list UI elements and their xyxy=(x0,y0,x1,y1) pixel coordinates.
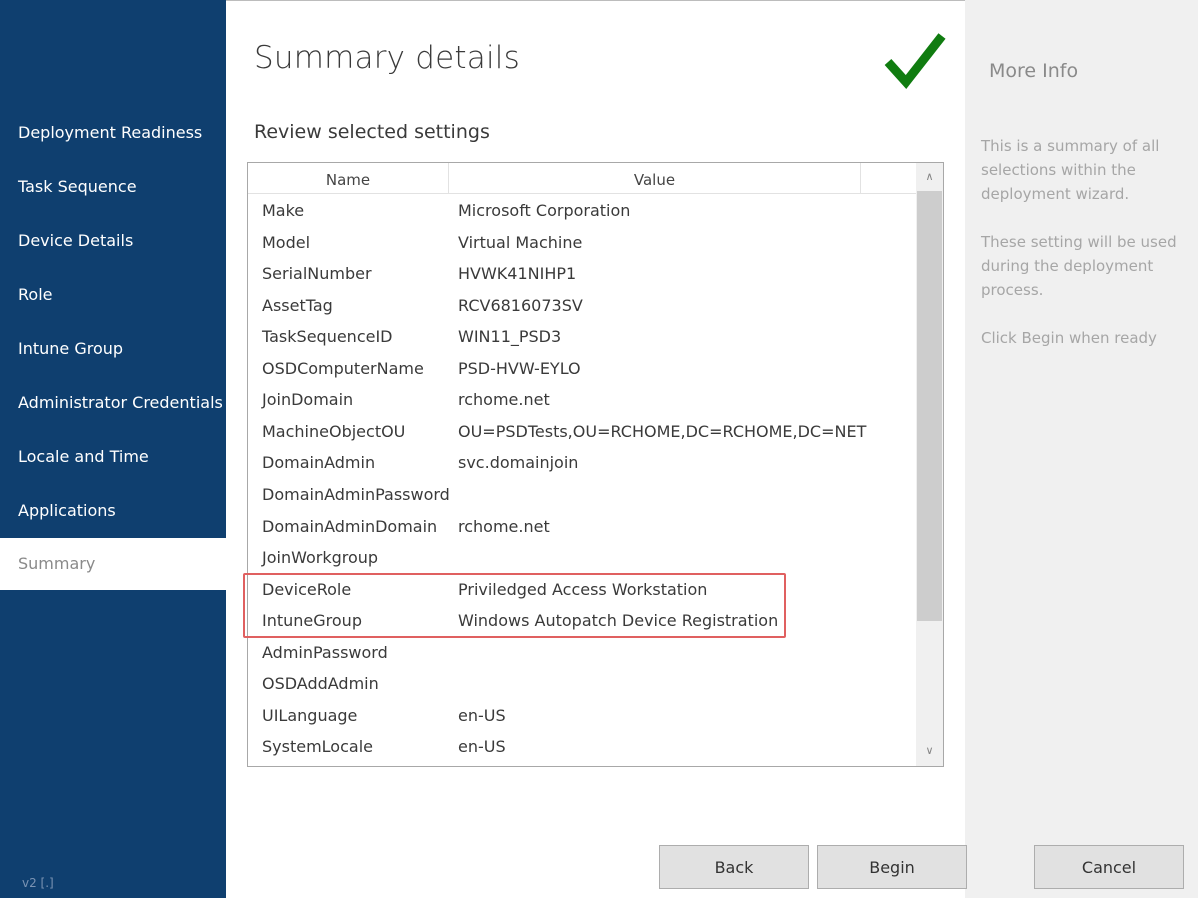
table-row[interactable]: DomainAdminDomain rchome.net xyxy=(248,511,916,542)
cell-value: RCV6816073SV xyxy=(458,295,583,315)
info-paragraph: This is a summary of all selections with… xyxy=(981,137,1160,203)
wizard-sidebar: Deployment Readiness Task Sequence Devic… xyxy=(0,0,226,898)
table-row[interactable]: Model Virtual Machine xyxy=(248,227,916,258)
sidebar-item-locale-and-time[interactable]: Locale and Time xyxy=(0,431,226,483)
sidebar-item-task-sequence[interactable]: Task Sequence xyxy=(0,161,226,213)
checkmark-icon xyxy=(882,28,948,98)
cell-name: JoinDomain xyxy=(262,390,354,410)
table-row[interactable]: AssetTag RCV6816073SV xyxy=(248,290,916,321)
table-row[interactable]: JoinWorkgroup xyxy=(248,542,916,573)
table-row[interactable]: OSDComputerName PSD-HVW-EYLO xyxy=(248,353,916,384)
begin-button[interactable]: Begin xyxy=(817,845,967,889)
sidebar-item-applications[interactable]: Applications xyxy=(0,485,226,537)
cell-value: Virtual Machine xyxy=(458,232,583,252)
sidebar-item-deployment-readiness[interactable]: Deployment Readiness xyxy=(0,107,226,159)
chevron-up-icon[interactable]: ∧ xyxy=(916,166,943,188)
cell-name: AdminPassword xyxy=(262,642,388,662)
table-row[interactable]: OSDAddAdmin xyxy=(248,668,916,699)
info-paragraph: Click Begin when ready xyxy=(981,329,1157,347)
sidebar-item-device-details[interactable]: Device Details xyxy=(0,215,226,267)
page-title: Summary details xyxy=(254,40,520,76)
cell-name: DomainAdmin xyxy=(262,453,376,473)
table-row[interactable]: MachineObjectOU OU=PSDTests,OU=RCHOME,DC=… xyxy=(248,416,916,447)
cell-value: Microsoft Corporation xyxy=(458,201,631,220)
cell-value: rchome.net xyxy=(458,516,550,536)
back-button[interactable]: Back xyxy=(659,845,809,889)
sidebar-item-role[interactable]: Role xyxy=(0,269,226,321)
cell-name: OSDComputerName xyxy=(262,358,424,378)
cell-name: MachineObjectOU xyxy=(262,421,406,441)
info-paragraph: These setting will be used during the de… xyxy=(981,233,1177,299)
cell-value: svc.domainjoin xyxy=(458,453,579,473)
cell-value: en-US xyxy=(458,737,506,757)
cell-name: JoinWorkgroup xyxy=(262,548,379,568)
chevron-down-icon[interactable]: ∨ xyxy=(916,740,943,762)
highlight-box xyxy=(243,573,786,638)
cell-name: DomainAdminPassword xyxy=(262,484,450,504)
table-row[interactable]: UILanguage en-US xyxy=(248,700,916,731)
settings-grid[interactable]: Name Value Make Microsoft Corporation Mode… xyxy=(247,162,944,767)
cell-value: WIN11_PSD3 xyxy=(458,327,562,347)
table-row[interactable]: SerialNumber HVWK41NIHP1 xyxy=(248,258,916,289)
cell-name: SerialNumber xyxy=(262,264,372,284)
table-row[interactable]: AdminPassword xyxy=(248,637,916,668)
cancel-button[interactable]: Cancel xyxy=(1034,845,1184,889)
cell-name: Model xyxy=(262,232,311,252)
sidebar-item-administrator-credentials[interactable]: Administrator Credentials xyxy=(0,377,226,429)
cell-value: en-US xyxy=(458,705,506,725)
cell-name: DomainAdminDomain xyxy=(262,516,438,536)
cell-name: SystemLocale xyxy=(262,737,373,757)
cell-value: PSD-HVW-EYLO xyxy=(458,358,581,378)
sidebar-item-intune-group[interactable]: Intune Group xyxy=(0,323,226,375)
cell-name: UILanguage xyxy=(262,705,358,725)
grid-header: Name Value xyxy=(248,163,916,194)
vertical-scrollbar[interactable]: ∧ ∨ xyxy=(916,163,943,766)
scrollbar-thumb[interactable] xyxy=(917,191,942,621)
more-info-title: More Info xyxy=(989,60,1079,82)
section-subtitle: Review selected settings xyxy=(254,121,490,143)
cell-name: AssetTag xyxy=(262,295,333,315)
table-row[interactable]: JoinDomain rchome.net xyxy=(248,384,916,415)
version-label: v2 [.] xyxy=(22,876,54,890)
cell-name: TaskSequenceID xyxy=(262,327,393,347)
table-row[interactable]: Make Microsoft Corporation xyxy=(248,195,916,226)
table-row[interactable]: TaskSequenceID WIN11_PSD3 xyxy=(248,321,916,352)
cell-value: rchome.net xyxy=(458,390,550,410)
table-row[interactable]: DomainAdminPassword xyxy=(248,479,916,510)
table-row[interactable]: DomainAdmin svc.domainjoin xyxy=(248,447,916,478)
column-header-value[interactable]: Value xyxy=(449,163,861,193)
cell-name: Make xyxy=(262,201,305,220)
column-header-name[interactable]: Name xyxy=(248,163,449,193)
cell-value: OU=PSDTests,OU=RCHOME,DC=RCHOME,DC=NET xyxy=(458,421,867,441)
cell-value: HVWK41NIHP1 xyxy=(458,264,577,284)
cell-name: OSDAddAdmin xyxy=(262,674,379,694)
more-info-panel: More Info This is a summary of all selec… xyxy=(965,0,1198,898)
table-row[interactable]: SystemLocale en-US xyxy=(248,731,916,762)
sidebar-item-summary[interactable]: Summary xyxy=(0,538,226,590)
